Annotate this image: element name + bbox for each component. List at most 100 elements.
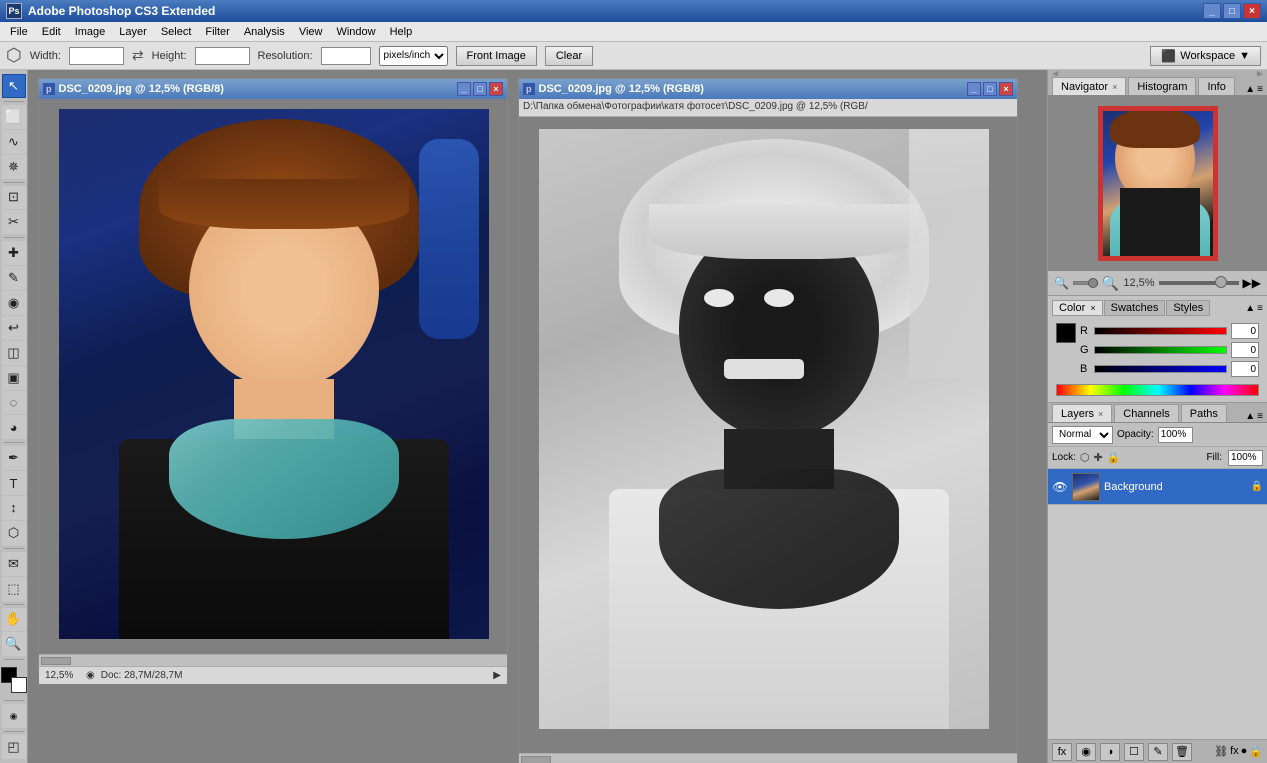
tool-zoom[interactable]: 🔍 xyxy=(2,632,26,656)
tool-brush[interactable]: ✎ xyxy=(2,266,26,290)
circle-icon[interactable]: ● xyxy=(1241,745,1248,758)
tool-move[interactable]: ↖ xyxy=(2,74,26,98)
doc1-close[interactable]: × xyxy=(489,82,503,96)
tool-gradient[interactable]: ▣ xyxy=(2,366,26,390)
green-value[interactable] xyxy=(1231,342,1259,358)
tab-swatches[interactable]: Swatches xyxy=(1104,300,1166,316)
menu-filter[interactable]: Filter xyxy=(199,24,235,40)
color-panel-menu[interactable]: ≡ xyxy=(1257,303,1263,314)
nav-expand[interactable]: ▶▶ xyxy=(1243,276,1261,290)
tool-eyedropper[interactable]: ⬚ xyxy=(2,577,26,601)
delete-layer-button[interactable]: 🗑 xyxy=(1172,743,1192,761)
maximize-button[interactable]: □ xyxy=(1223,3,1241,19)
tool-text[interactable]: T xyxy=(2,471,26,495)
new-group-button[interactable]: ☐ xyxy=(1124,743,1144,761)
tool-crop[interactable]: ⊡ xyxy=(2,186,26,210)
tab-histogram[interactable]: Histogram xyxy=(1128,77,1196,95)
tool-magic-wand[interactable]: ✵ xyxy=(2,155,26,179)
menu-help[interactable]: Help xyxy=(384,24,419,40)
blend-mode-select[interactable]: Normal Multiply Screen Overlay xyxy=(1052,426,1113,444)
height-input[interactable] xyxy=(195,47,250,65)
link-icon[interactable]: ⛓ xyxy=(1214,745,1228,758)
add-layer-style-button[interactable]: fx xyxy=(1052,743,1072,761)
panel-collapse[interactable]: ▲ xyxy=(1245,84,1255,95)
menu-edit[interactable]: Edit xyxy=(36,24,67,40)
tab-color[interactable]: Color × xyxy=(1052,300,1103,316)
layer-visibility-toggle[interactable]: 👁 xyxy=(1052,480,1068,494)
lock-all-icon[interactable]: 🔒 xyxy=(1107,451,1121,464)
tab-info[interactable]: Info xyxy=(1198,77,1234,95)
tab-navigator[interactable]: Navigator × xyxy=(1052,77,1126,95)
tool-hand[interactable]: ✋ xyxy=(2,608,26,632)
blue-value[interactable] xyxy=(1231,361,1259,377)
doc2-minimize[interactable]: _ xyxy=(967,82,981,96)
tool-marquee[interactable]: ⬜ xyxy=(2,105,26,129)
clear-button[interactable]: Clear xyxy=(545,46,593,66)
tool-pen[interactable]: ✒ xyxy=(2,446,26,470)
tool-stamp[interactable]: ◉ xyxy=(2,291,26,315)
doc2-close[interactable]: × xyxy=(999,82,1013,96)
nav-main-slider[interactable] xyxy=(1159,281,1239,285)
menu-select[interactable]: Select xyxy=(155,24,198,40)
tool-options-icon[interactable]: ⬡ xyxy=(6,45,22,66)
panel-menu[interactable]: ≡ xyxy=(1257,84,1263,95)
close-button[interactable]: × xyxy=(1243,3,1261,19)
lock-pixels-icon[interactable]: ⬡ xyxy=(1080,451,1090,464)
minimize-button[interactable]: _ xyxy=(1203,3,1221,19)
tool-healing[interactable]: ✚ xyxy=(2,241,26,265)
doc1-scrollbar-h[interactable] xyxy=(39,654,507,666)
tab-channels[interactable]: Channels xyxy=(1114,404,1178,422)
doc2-maximize[interactable]: □ xyxy=(983,82,997,96)
color-tab-close[interactable]: × xyxy=(1090,303,1095,313)
tool-notes[interactable]: ✉ xyxy=(2,552,26,576)
tool-slice[interactable]: ✂ xyxy=(2,210,26,234)
lock-foot-icon[interactable]: 🔒 xyxy=(1249,745,1263,758)
green-slider[interactable] xyxy=(1094,346,1227,354)
menu-file[interactable]: File xyxy=(4,24,34,40)
resolution-input[interactable] xyxy=(321,47,371,65)
color-swatches[interactable] xyxy=(1,667,27,693)
layers-panel-collapse[interactable]: ▲ xyxy=(1245,411,1255,422)
menu-view[interactable]: View xyxy=(293,24,329,40)
menu-window[interactable]: Window xyxy=(330,24,381,40)
new-fill-layer-button[interactable]: ◑ xyxy=(1100,743,1120,761)
front-image-button[interactable]: Front Image xyxy=(456,46,537,66)
width-height-swap-icon[interactable]: ⇄ xyxy=(132,47,144,64)
menu-image[interactable]: Image xyxy=(69,24,112,40)
red-slider[interactable] xyxy=(1094,327,1227,335)
opacity-value[interactable] xyxy=(1158,427,1193,443)
tool-eraser[interactable]: ◫ xyxy=(2,341,26,365)
doc1-maximize[interactable]: □ xyxy=(473,82,487,96)
doc2-scrollbar-h[interactable] xyxy=(519,753,1017,763)
tab-paths[interactable]: Paths xyxy=(1181,404,1227,422)
layers-panel-menu[interactable]: ≡ xyxy=(1257,411,1263,422)
color-panel-collapse[interactable]: ▲ xyxy=(1245,303,1255,314)
fill-value[interactable] xyxy=(1228,450,1263,466)
tool-blur[interactable]: ◌ xyxy=(2,391,26,415)
blue-slider[interactable] xyxy=(1094,365,1227,373)
doc1-nav-arrow[interactable]: ▶ xyxy=(493,670,501,681)
layers-tab-close[interactable]: × xyxy=(1098,409,1103,419)
new-layer-button[interactable]: ✎ xyxy=(1148,743,1168,761)
menu-analysis[interactable]: Analysis xyxy=(238,24,291,40)
tool-shape[interactable]: ⬡ xyxy=(2,521,26,545)
zoom-out-icon[interactable]: 🔍 xyxy=(1054,276,1069,290)
navigator-tab-close[interactable]: × xyxy=(1112,82,1117,92)
width-input[interactable] xyxy=(69,47,124,65)
foreground-color-swatch[interactable] xyxy=(1056,323,1076,343)
doc1-minimize[interactable]: _ xyxy=(457,82,471,96)
zoom-in-icon[interactable]: 🔍 xyxy=(1102,275,1119,292)
add-mask-button[interactable]: ◉ xyxy=(1076,743,1096,761)
tool-screen-mode[interactable]: ◰ xyxy=(2,735,26,759)
workspace-button[interactable]: ⬛ Workspace ▼ xyxy=(1150,46,1261,66)
background-color[interactable] xyxy=(11,677,27,693)
tool-quick-mask[interactable]: ◉ xyxy=(2,704,26,728)
tab-layers[interactable]: Layers × xyxy=(1052,404,1112,422)
color-spectrum[interactable] xyxy=(1056,384,1259,396)
tool-dodge[interactable]: ◕ xyxy=(2,415,26,439)
fx-icon[interactable]: fx xyxy=(1230,745,1239,758)
zoom-slider[interactable] xyxy=(1073,281,1098,285)
tab-styles[interactable]: Styles xyxy=(1166,300,1210,316)
resolution-unit-select[interactable]: pixels/inch pixels/cm xyxy=(379,46,448,66)
tool-history[interactable]: ↩ xyxy=(2,316,26,340)
